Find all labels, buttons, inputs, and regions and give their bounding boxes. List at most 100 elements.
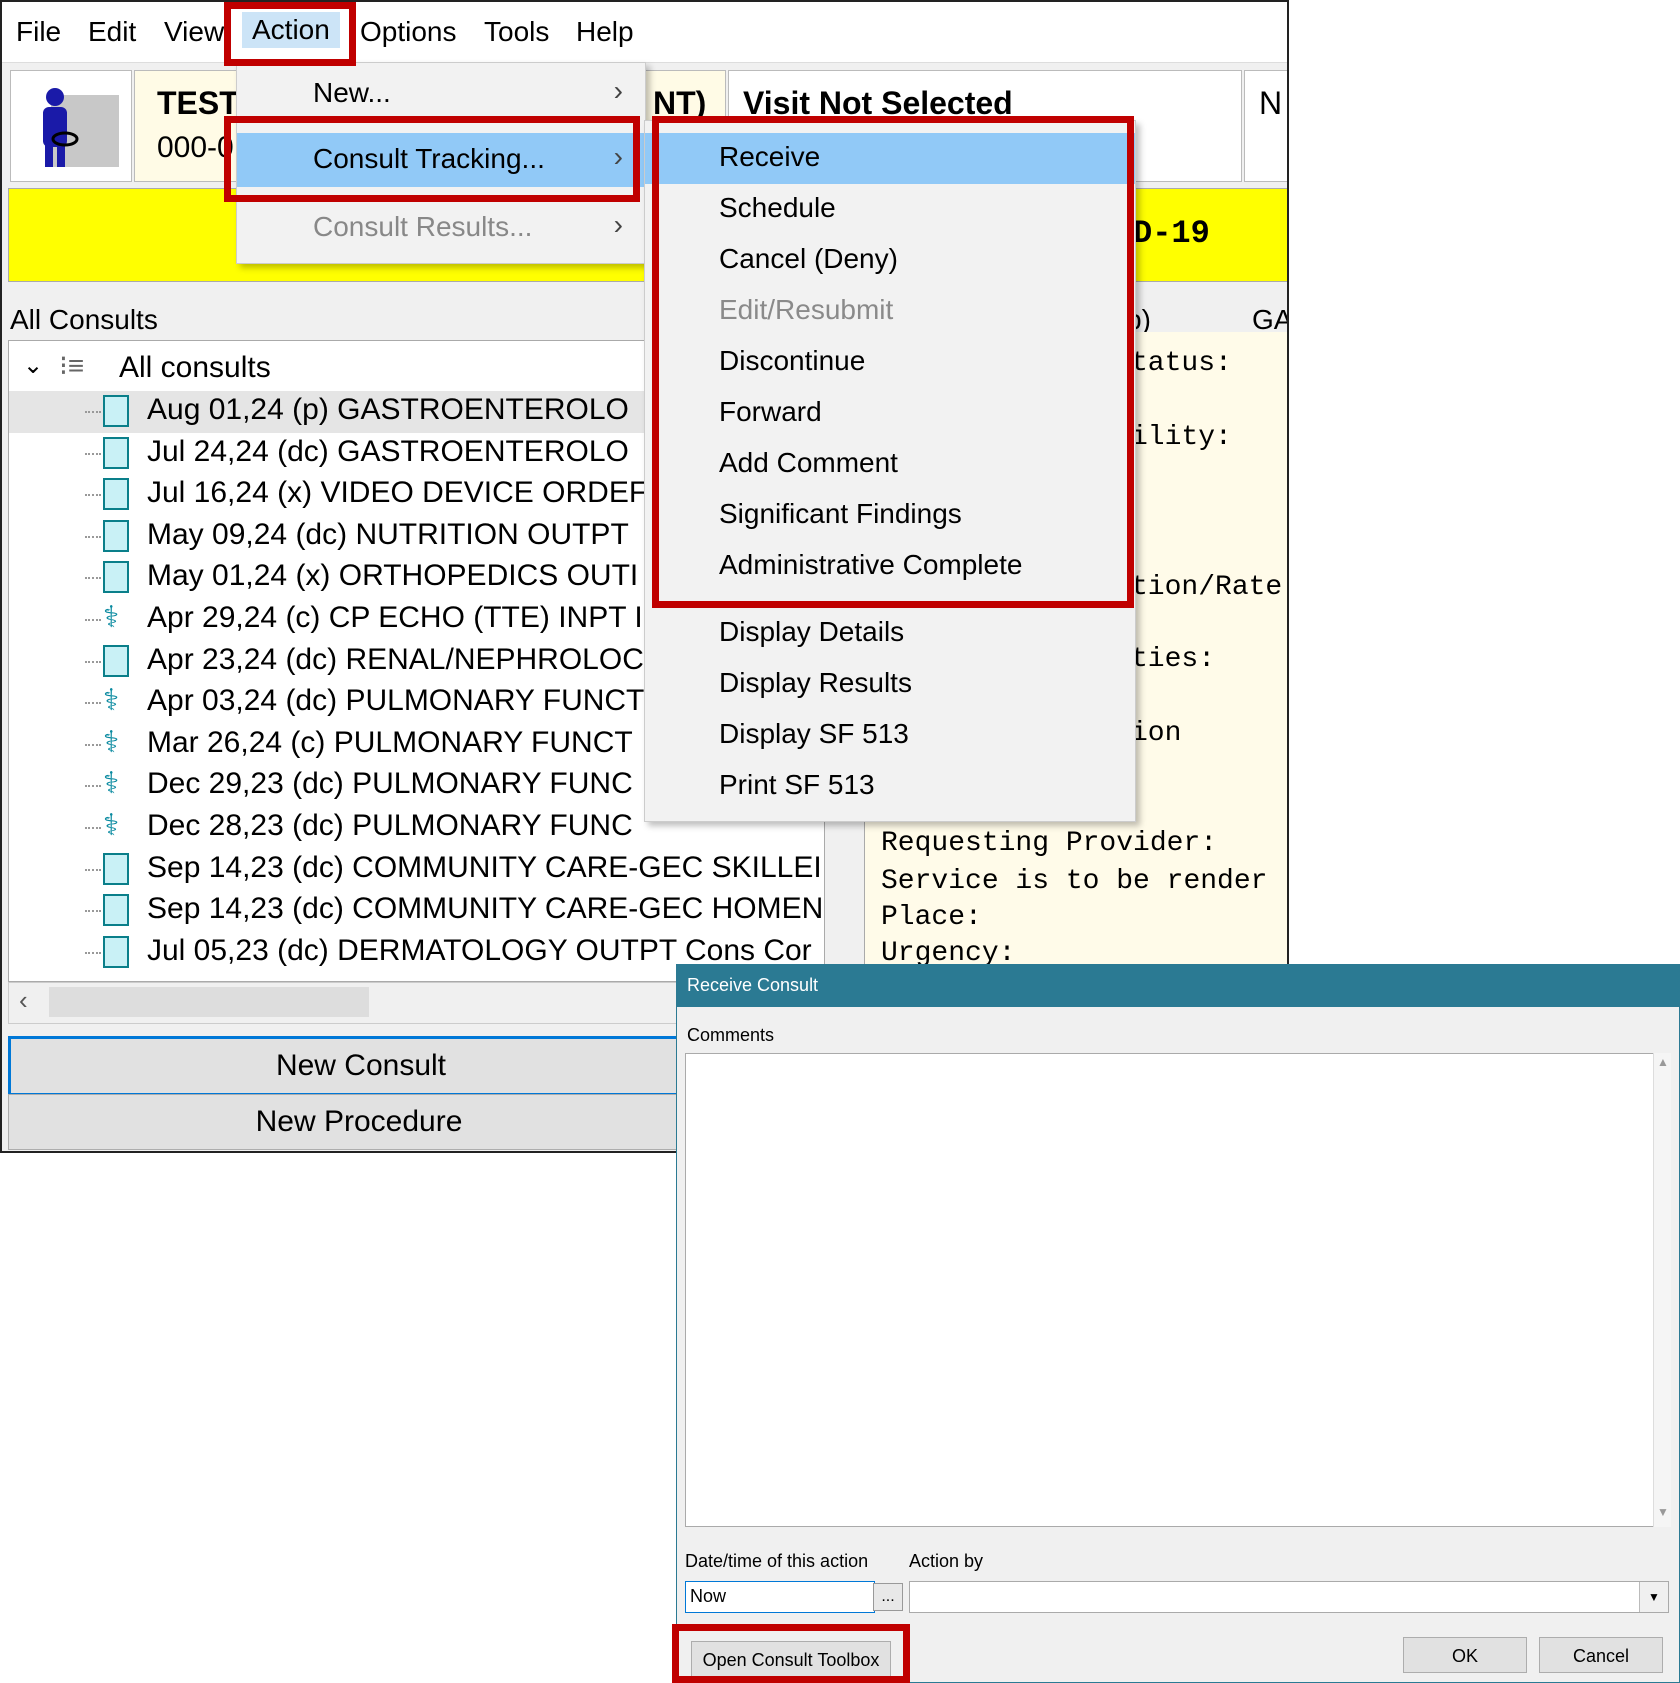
menu-view[interactable]: View [164, 16, 224, 48]
tree-root-label: All consults [119, 351, 271, 384]
consult-row-text: May 01,24 (x) ORTHOPEDICS OUTI [147, 559, 638, 593]
dropdown-arrow-icon[interactable]: ▼ [1639, 1582, 1668, 1612]
tree-connector [85, 951, 101, 954]
scroll-thumb[interactable] [49, 987, 369, 1017]
submenu-display-details[interactable]: Display Details [645, 608, 1135, 659]
consult-date: Sep 14,23 [147, 850, 284, 884]
consult-date: Aug 01,24 [147, 393, 284, 426]
comments-scrollbar[interactable]: ▲ ▼ [1653, 1053, 1671, 1527]
provider-partial: N [1259, 85, 1283, 121]
document-icon [103, 561, 129, 594]
consult-date: Jul 16,24 [147, 476, 269, 510]
chevron-down-icon[interactable]: ⌄ [23, 351, 43, 380]
tree-connector [85, 535, 101, 538]
menu-help[interactable]: Help [576, 16, 634, 48]
consult-status: (dc) [292, 809, 344, 842]
date-time-input[interactable]: Now [685, 1581, 875, 1613]
scroll-left-icon[interactable]: ‹ [19, 985, 28, 1016]
menu-item-new[interactable]: New... › [237, 67, 645, 121]
action-by-select[interactable]: ▼ [909, 1581, 1669, 1613]
chevron-right-icon: › [613, 75, 623, 106]
provider-box[interactable]: N [1244, 70, 1287, 182]
consult-name: GASTROENTEROLO [337, 434, 629, 468]
consult-date: May 01,24 [147, 559, 288, 593]
ok-button[interactable]: OK [1403, 1637, 1527, 1673]
submenu-print-sf513[interactable]: Print SF 513 [645, 761, 1135, 812]
consult-row[interactable]: Sep 14,23 (dc) COMMUNITY CARE-GEC HOMEN [9, 890, 824, 932]
document-icon [103, 519, 129, 552]
consult-status: (x) [295, 559, 331, 593]
detail-line: Service is to be render [881, 866, 1268, 897]
tree-connector [85, 494, 101, 497]
consult-row-text: Sep 14,23 (dc) COMMUNITY CARE-GEC HOMEN [147, 892, 823, 926]
consult-date: Jul 24,24 [147, 434, 269, 468]
consults-section-label: All Consults [10, 304, 158, 335]
patient-icon-box[interactable] [10, 70, 132, 182]
dialog-title-bar[interactable]: Receive Consult [677, 965, 1679, 1007]
dialog-title: Receive Consult [687, 975, 819, 995]
tree-connector [85, 577, 101, 580]
highlight-tracking-actions [652, 116, 1134, 608]
tree-connector [85, 660, 101, 663]
menu-bar: File Edit View Action Options Tools Help [2, 2, 1287, 63]
consult-row-text: Apr 23,24 (dc) RENAL/NEPHROLOC [147, 643, 644, 677]
patient-icon [43, 88, 119, 167]
document-icon [103, 935, 129, 968]
document-icon [103, 478, 129, 511]
detail-line: Requesting Provider: [881, 828, 1218, 859]
submenu-label: Print SF 513 [719, 769, 875, 800]
detail-line: Place: [881, 902, 982, 933]
action-by-label: Action by [909, 1551, 984, 1571]
submenu-display-sf513[interactable]: Display SF 513 [645, 710, 1135, 761]
consult-row-text: Apr 29,24 (c) CP ECHO (TTE) INPT I [147, 601, 643, 635]
receive-consult-dialog: Receive Consult Comments ▲ ▼ Date/time o… [676, 964, 1680, 1683]
comments-textarea[interactable] [685, 1053, 1671, 1527]
consult-row-text: May 09,24 (dc) NUTRITION OUTPT [147, 518, 629, 552]
tree-connector [85, 910, 101, 913]
document-icon [103, 395, 129, 427]
document-icon [103, 436, 129, 469]
cancel-button[interactable]: Cancel [1539, 1637, 1663, 1673]
consult-date: Mar 26,24 [147, 725, 283, 759]
consult-name: NUTRITION OUTPT [355, 517, 629, 551]
scroll-down-icon[interactable]: ▼ [1657, 1505, 1669, 1519]
new-procedure-button[interactable]: New Procedure [8, 1094, 710, 1150]
consult-status: (c) [285, 601, 321, 634]
consult-name: RENAL/NEPHROLOC [345, 642, 644, 676]
consult-row-text: Dec 28,23 (dc) PULMONARY FUNC [147, 809, 633, 843]
consult-status: (p) [292, 393, 329, 426]
consult-row[interactable]: Sep 14,23 (dc) COMMUNITY CARE-GEC SKILLE… [9, 849, 824, 891]
consult-row-text: Aug 01,24 (p) GASTROENTEROLO [147, 393, 629, 427]
consult-status: (dc) [295, 517, 348, 551]
consult-status: (x) [277, 476, 313, 510]
scroll-up-icon[interactable]: ▲ [1657, 1055, 1669, 1069]
menu-item-consult-results[interactable]: Consult Results... › [237, 201, 645, 255]
consult-name: PULMONARY FUNCT [345, 684, 645, 718]
date-time-value: Now [690, 1586, 727, 1606]
chevron-right-icon: › [613, 209, 623, 240]
menu-edit[interactable]: Edit [88, 16, 136, 48]
document-icon [103, 894, 129, 927]
new-consult-button[interactable]: New Consult [8, 1036, 714, 1096]
consult-status: (dc) [292, 850, 344, 884]
highlight-open-toolbox [672, 1624, 910, 1683]
date-picker-button[interactable]: ... [873, 1583, 903, 1611]
consult-row-text: Jul 16,24 (x) VIDEO DEVICE ORDEF [147, 476, 647, 510]
detail-line: ion [1131, 718, 1182, 749]
highlight-action-menu [224, 2, 356, 66]
detail-line: ties: [1131, 644, 1216, 675]
caduceus-icon: ⚕ [103, 767, 120, 801]
consult-row-text: Sep 14,23 (dc) COMMUNITY CARE-GEC SKILLE… [147, 851, 822, 885]
consult-date: Dec 28,23 [147, 809, 284, 842]
consult-name: PULMONARY FUNCT [333, 725, 633, 759]
tree-connector [85, 785, 101, 788]
document-icon [103, 644, 129, 677]
menu-tools[interactable]: Tools [484, 16, 549, 48]
consult-status: (dc) [292, 767, 344, 801]
menu-file[interactable]: File [16, 16, 61, 48]
tree-root[interactable]: ⌄ ⁝≡ All consults [9, 349, 709, 391]
submenu-display-results[interactable]: Display Results [645, 659, 1135, 710]
detail-line: tatus: [1131, 348, 1232, 379]
menu-options[interactable]: Options [360, 16, 457, 48]
tree-connector [85, 743, 101, 746]
